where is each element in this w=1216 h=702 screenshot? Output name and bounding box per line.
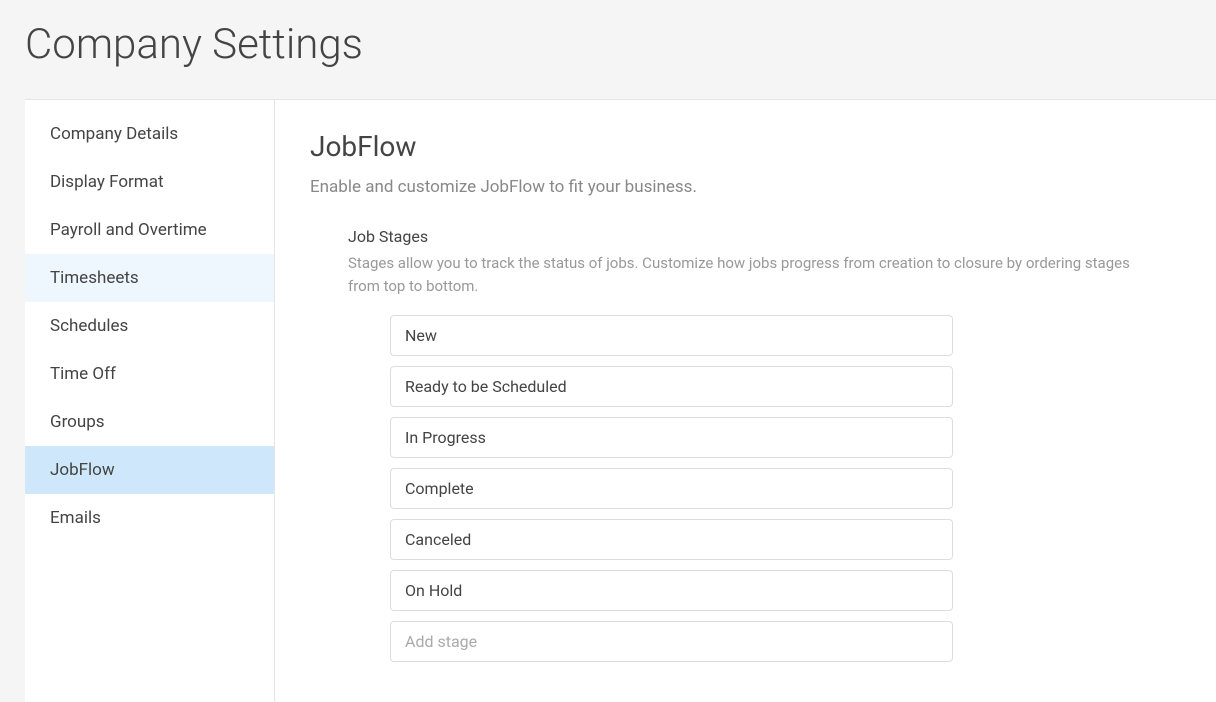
stage-item[interactable]: Complete — [390, 468, 953, 509]
sidebar-item-timesheets[interactable]: Timesheets — [25, 254, 274, 302]
stage-list: New Ready to be Scheduled In Progress Compl… — [348, 315, 1130, 672]
stage-item[interactable]: On Hold — [390, 570, 953, 611]
job-stages-title: Job Stages — [348, 227, 1130, 246]
page-title: Company Settings — [25, 20, 1191, 69]
stage-item[interactable]: In Progress — [390, 417, 953, 458]
stage-item[interactable]: New — [390, 315, 953, 356]
section-title: JobFlow — [310, 130, 1186, 163]
sidebar-item-jobflow[interactable]: JobFlow — [25, 446, 274, 494]
main-content: JobFlow Enable and customize JobFlow to … — [275, 100, 1216, 702]
sidebar-item-display-format[interactable]: Display Format — [25, 158, 274, 206]
stage-item[interactable]: Ready to be Scheduled — [390, 366, 953, 407]
job-stages-description: Stages allow you to track the status of … — [348, 252, 1130, 297]
sidebar-item-groups[interactable]: Groups — [25, 398, 274, 446]
stage-item[interactable]: Canceled — [390, 519, 953, 560]
sidebar-item-company-details[interactable]: Company Details — [25, 110, 274, 158]
sidebar-item-schedules[interactable]: Schedules — [25, 302, 274, 350]
sidebar-item-time-off[interactable]: Time Off — [25, 350, 274, 398]
section-description: Enable and customize JobFlow to fit your… — [310, 177, 1186, 197]
add-stage-input[interactable] — [390, 621, 953, 662]
sidebar-item-emails[interactable]: Emails — [25, 494, 274, 542]
sidebar-item-payroll-and-overtime[interactable]: Payroll and Overtime — [25, 206, 274, 254]
settings-sidebar: Company DetailsDisplay FormatPayroll and… — [25, 100, 275, 702]
